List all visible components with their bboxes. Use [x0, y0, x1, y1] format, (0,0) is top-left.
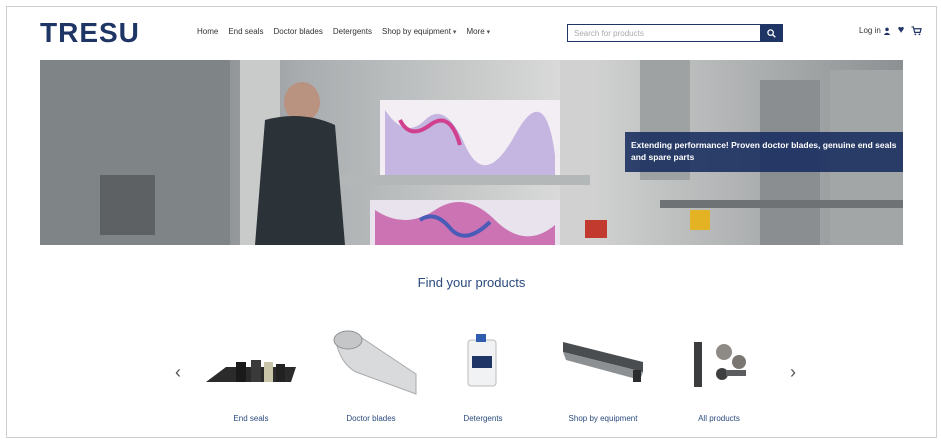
nav-detergents[interactable]: Detergents [333, 27, 372, 36]
search-bar [567, 24, 783, 42]
product-all-products[interactable]: All products [664, 322, 774, 423]
user-icon [883, 27, 890, 35]
nav-end-seals[interactable]: End seals [228, 27, 263, 36]
product-label: All products [698, 414, 740, 423]
search-input[interactable] [568, 25, 760, 41]
product-label: Detergents [463, 414, 503, 423]
search-button[interactable] [760, 25, 782, 41]
hero-banner[interactable]: Extending performance! Proven doctor bla… [40, 60, 903, 245]
login-link[interactable]: Log in [859, 26, 891, 35]
product-doctor-blades[interactable]: Doctor blades [316, 322, 426, 423]
product-detergents[interactable]: Detergents [428, 322, 538, 423]
all-products-image [664, 322, 774, 398]
product-label: Shop by equipment [568, 414, 638, 423]
nav-home[interactable]: Home [197, 27, 218, 36]
nav-home-label: Home [197, 27, 219, 36]
nav-shop-by-equipment[interactable]: Shop by equipment ▾ [382, 27, 456, 36]
product-end-seals[interactable]: End seals [196, 322, 306, 423]
product-shop-by-equipment[interactable]: Shop by equipment [548, 322, 658, 423]
nav-more[interactable]: More ▾ [466, 27, 490, 36]
login-label: Log in [859, 26, 881, 35]
heart-icon[interactable]: ♥ [898, 25, 905, 36]
nav-doctor-blades[interactable]: Doctor blades [273, 27, 322, 36]
nav-end-seals-label: End seals [228, 27, 264, 36]
hero-caption: Extending performance! Proven doctor bla… [625, 132, 903, 172]
nav-detergents-label: Detergents [332, 27, 372, 36]
cart-icon[interactable] [911, 25, 923, 36]
nav-doctor-blades-label: Doctor blades [273, 27, 323, 36]
tresu-logo[interactable]: TRESU [40, 17, 140, 49]
chevron-right-icon[interactable]: › [790, 362, 796, 383]
nav-more-label: More [466, 27, 485, 36]
account-area: Log in ♥ [859, 25, 923, 36]
chevron-down-icon: ▾ [486, 28, 491, 36]
chevron-down-icon: ▾ [452, 28, 457, 36]
doctor-blades-image [316, 322, 426, 398]
product-label: End seals [233, 414, 269, 423]
detergents-image [428, 322, 538, 398]
product-label: Doctor blades [346, 414, 396, 423]
nav-shop-by-equipment-label: Shop by equipment [381, 27, 451, 36]
chevron-left-icon[interactable]: ‹ [175, 362, 181, 383]
end-seals-image [196, 322, 306, 398]
page-frame: TRESU Home End seals Doctor blades Deter… [6, 6, 937, 438]
search-icon [766, 28, 776, 38]
site-header: TRESU Home End seals Doctor blades Deter… [7, 7, 936, 59]
main-nav: Home End seals Doctor blades Detergents … [197, 27, 490, 36]
shop-by-equipment-image [548, 322, 658, 398]
section-title: Find your products [417, 275, 526, 290]
product-carousel: End seals Doctor blades Detergents Shop … [196, 322, 786, 432]
